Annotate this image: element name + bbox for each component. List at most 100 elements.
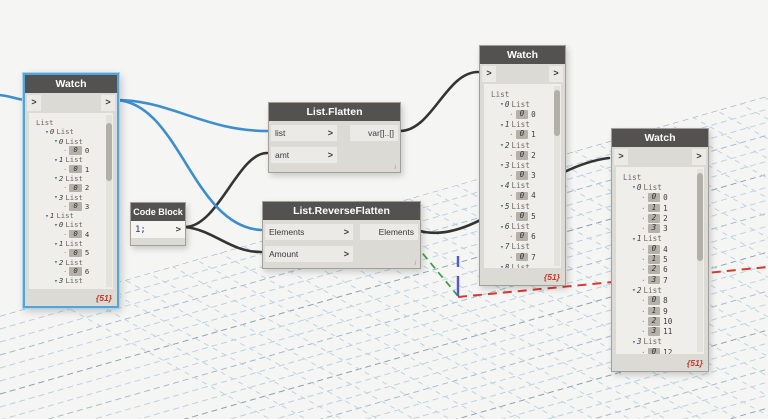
watch-tree-row[interactable]: ▾·007 xyxy=(489,252,559,262)
expander-icon[interactable]: ▾ xyxy=(500,263,504,268)
watch-tree-row[interactable]: ▾·008 xyxy=(621,296,702,306)
expander-icon[interactable]: ▾ xyxy=(500,223,504,231)
code-text[interactable]: 1; xyxy=(135,225,146,235)
input-port[interactable]: Elements > xyxy=(265,224,353,240)
expander-icon[interactable]: ▾ xyxy=(500,121,504,129)
scrollbar-thumb[interactable] xyxy=(106,123,112,181)
watch-left-title[interactable]: Watch xyxy=(25,75,117,93)
code-block-output-port[interactable]: > xyxy=(176,225,181,235)
scrollbar-thumb[interactable] xyxy=(697,173,703,261)
watch-tree-row[interactable]: ▾·44List xyxy=(489,181,559,191)
expander-icon[interactable]: ▾ xyxy=(500,100,504,108)
input-port[interactable]: Amount > xyxy=(265,246,353,262)
expander-icon[interactable]: ▾ xyxy=(54,221,58,229)
watch-tree-row[interactable]: ▾·00List xyxy=(34,127,111,136)
watch-tree-row[interactable]: ▾·006 xyxy=(34,266,111,276)
output-port[interactable]: var[]..[] xyxy=(350,125,398,141)
watch-tree-row[interactable]: ▾·0012 xyxy=(621,347,702,354)
watch-tree-row[interactable]: ▾·00List xyxy=(621,182,702,192)
watch-node-left[interactable]: Watch > > ▾·List ▾·00List ▾·00List ▾·000… xyxy=(23,73,119,308)
watch-tree-row[interactable]: ▾·11List xyxy=(621,234,702,244)
dynamo-workspace-canvas[interactable]: Watch > > ▾·List ▾·00List ▾·00List ▾·000… xyxy=(0,0,768,419)
expander-icon[interactable]: ▾ xyxy=(500,141,504,149)
code-block-editor[interactable]: 1; > xyxy=(131,221,185,238)
scrollbar-thumb[interactable] xyxy=(554,90,560,136)
watch-tree-row[interactable]: ▾·List xyxy=(34,118,111,127)
watch-tree-row[interactable]: ▾·003 xyxy=(489,171,559,181)
watch-tree-row[interactable]: ▾·22List xyxy=(34,174,111,183)
list-flatten-node[interactable]: List.Flatten list > amt > var[]..[] i xyxy=(268,102,401,173)
list-reverseflatten-node[interactable]: List.ReverseFlatten Elements > Amount > … xyxy=(262,201,421,269)
expander-icon[interactable]: ▾ xyxy=(54,137,58,145)
expander-icon[interactable]: ▾ xyxy=(45,212,49,220)
watch-right-title[interactable]: Watch xyxy=(612,129,708,147)
expander-icon[interactable]: ▾ xyxy=(500,202,504,210)
watch-tree-row[interactable]: ▾·001 xyxy=(489,130,559,140)
input-port[interactable]: amt > xyxy=(271,147,337,163)
watch-left-input-port[interactable]: > xyxy=(27,95,41,111)
watch-tree-row[interactable]: ▾·11List xyxy=(489,120,559,130)
expander-icon[interactable]: ▾ xyxy=(54,240,58,248)
expander-icon[interactable]: ▾ xyxy=(500,243,504,251)
watch-node-middle[interactable]: Watch > > ▾·List ▾·00List ▾·000 ▾·11List… xyxy=(479,45,566,286)
expander-icon[interactable]: ▾ xyxy=(632,286,636,294)
watch-tree-row[interactable]: ▾·22List xyxy=(621,285,702,295)
watch-right-input-port[interactable]: > xyxy=(614,149,628,165)
watch-tree-row[interactable]: ▾·004 xyxy=(621,244,702,254)
input-port[interactable]: list > xyxy=(271,125,337,141)
expander-icon[interactable]: ▾ xyxy=(632,183,636,191)
watch-tree-row[interactable]: ▾·115 xyxy=(621,254,702,264)
watch-left-output-port[interactable]: > xyxy=(101,95,115,111)
expander-icon[interactable]: ▾ xyxy=(632,338,636,346)
watch-tree-row[interactable]: ▾·002 xyxy=(489,150,559,160)
watch-tree-row[interactable]: ▾·004 xyxy=(489,191,559,201)
watch-tree-row[interactable]: ▾·004 xyxy=(34,229,111,239)
watch-tree-row[interactable]: ▾·002 xyxy=(34,183,111,193)
watch-tree-row[interactable]: ▾·337 xyxy=(621,275,702,285)
watch-tree-row[interactable]: ▾·001 xyxy=(34,164,111,174)
watch-tree-row[interactable]: ▾·119 xyxy=(621,306,702,316)
watch-tree-row[interactable]: ▾·11List xyxy=(34,239,111,248)
watch-tree-row[interactable]: ▾·List xyxy=(621,172,702,182)
watch-tree-row[interactable]: ▾·33List xyxy=(34,276,111,285)
watch-tree-row[interactable]: ▾·333 xyxy=(621,223,702,234)
code-block-node[interactable]: Code Block 1; > xyxy=(130,202,186,246)
watch-middle-scrollbar[interactable] xyxy=(554,86,560,266)
watch-tree-row[interactable]: ▾·33List xyxy=(621,337,702,347)
watch-tree-row[interactable]: ▾·66List xyxy=(489,221,559,231)
watch-tree-row[interactable]: ▾·000 xyxy=(489,109,559,119)
watch-tree-row[interactable]: ▾·2210 xyxy=(621,316,702,326)
watch-right-output-port[interactable]: > xyxy=(692,149,706,165)
wire-codeblock-to-reverseflatten-amount[interactable] xyxy=(183,225,263,254)
expander-icon[interactable]: ▾ xyxy=(45,128,49,136)
watch-left-scrollbar[interactable] xyxy=(106,115,112,287)
expander-icon[interactable]: ▾ xyxy=(54,193,58,201)
wire-watchleft-to-flatten-list[interactable] xyxy=(114,98,269,133)
watch-tree-row[interactable]: ▾·55List xyxy=(489,201,559,211)
watch-tree-row[interactable]: ▾·000 xyxy=(34,145,111,155)
output-port[interactable]: Elements xyxy=(360,224,418,240)
expander-icon[interactable]: ▾ xyxy=(500,161,504,169)
watch-middle-title[interactable]: Watch xyxy=(480,46,565,64)
watch-right-scrollbar[interactable] xyxy=(697,169,703,352)
expander-icon[interactable]: ▾ xyxy=(632,235,636,243)
watch-tree-row[interactable]: ▾·33List xyxy=(489,160,559,170)
watch-tree-row[interactable]: ▾·003 xyxy=(34,201,111,211)
expander-icon[interactable]: ▾ xyxy=(54,174,58,182)
watch-middle-input-port[interactable]: > xyxy=(482,66,496,82)
code-block-title[interactable]: Code Block xyxy=(131,203,185,221)
watch-tree-row[interactable]: ▾·000 xyxy=(621,193,702,203)
watch-tree-row[interactable]: ▾·00List xyxy=(489,99,559,109)
watch-tree-row[interactable]: ▾·11List xyxy=(34,211,111,220)
watch-middle-output-port[interactable]: > xyxy=(549,66,563,82)
watch-tree-row[interactable]: ▾·226 xyxy=(621,265,702,275)
watch-tree-row[interactable]: ▾·222 xyxy=(621,213,702,223)
expander-icon[interactable]: ▾ xyxy=(54,258,58,266)
expander-icon[interactable]: ▾ xyxy=(54,156,58,164)
watch-tree-row[interactable]: ▾·22List xyxy=(489,140,559,150)
watch-tree-row[interactable]: ▾·88List xyxy=(489,262,559,268)
watch-tree-row[interactable]: ▾·005 xyxy=(34,248,111,258)
expander-icon[interactable]: ▾ xyxy=(500,182,504,190)
watch-node-right[interactable]: Watch > > ▾·List ▾·00List ▾·000 ▾·111 ▾·… xyxy=(611,128,709,372)
watch-tree-row[interactable]: ▾·77List xyxy=(489,242,559,252)
